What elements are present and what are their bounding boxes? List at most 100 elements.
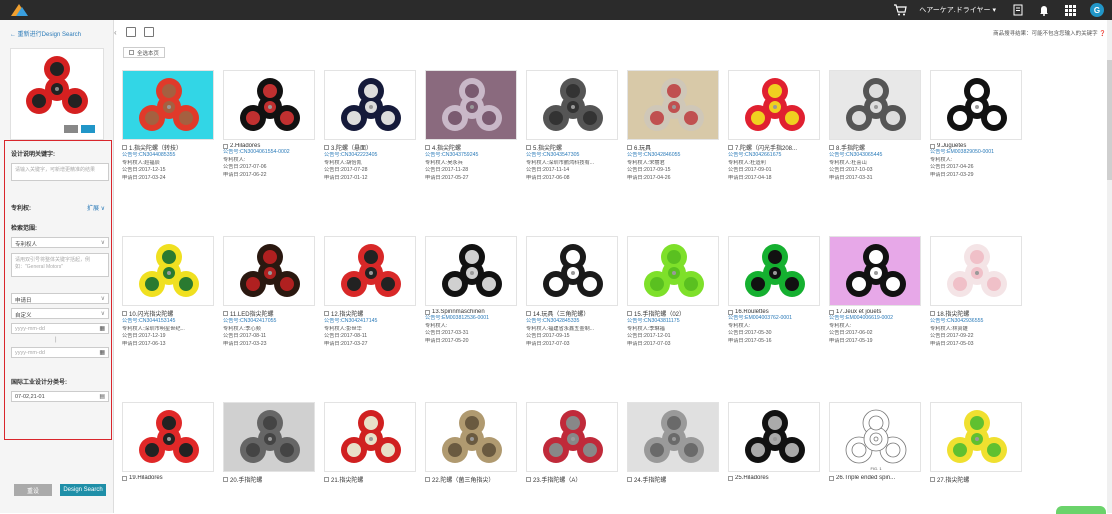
result-card[interactable]: 13.Spinnmaschinen 公告号:EM003812536-0001 专利权… [425, 236, 519, 345]
result-checkbox[interactable] [122, 475, 127, 481]
result-title[interactable]: 1.指尖陀螺（转技） [122, 143, 216, 152]
result-thumbnail[interactable] [930, 402, 1022, 472]
result-checkbox[interactable] [223, 311, 228, 316]
result-title[interactable]: 21.指尖陀螺 [324, 475, 418, 484]
result-title-text[interactable]: 19.Hiladores [129, 475, 163, 481]
result-thumbnail[interactable] [728, 70, 820, 140]
redo-design-search-link[interactable]: ← 重新进行Design Search [10, 29, 81, 38]
result-title[interactable]: 24.手指陀螺 [627, 475, 721, 484]
select-all-button[interactable]: 全选本页 [123, 47, 166, 58]
result-title-text[interactable]: 5.指尖陀螺 [533, 143, 562, 152]
result-checkbox[interactable] [324, 477, 329, 482]
result-title-text[interactable]: 10.闪光指尖陀螺 [129, 309, 173, 318]
result-checkbox[interactable] [425, 309, 430, 315]
result-card[interactable]: 9.Juguetes 公告号:EM003829050-0001 专利权人: 公告日:2… [930, 70, 1024, 179]
result-title[interactable]: 10.闪光指尖陀螺 [122, 309, 216, 318]
result-publication-number[interactable]: 公告号:CN3044153145 [122, 318, 216, 326]
list-icon[interactable]: ▤ [99, 393, 105, 400]
calendar-icon[interactable]: ▦ [99, 325, 105, 332]
result-card[interactable]: 16.Roulettes 公告号:EM004003762-0001 专利权人: 公告日… [728, 236, 822, 345]
result-publication-number[interactable]: 公告号:EM003829050-0001 [930, 149, 1024, 157]
result-publication-number[interactable]: 公告号:CN3042417145 [324, 318, 418, 326]
result-title-text[interactable]: 4.指尖陀螺 [432, 143, 461, 152]
apps-icon[interactable] [1064, 4, 1076, 16]
result-title-text[interactable]: 3.陀螺（悬面） [331, 143, 372, 152]
result-thumbnail[interactable]: FIG. 1 [829, 402, 921, 472]
design-search-button[interactable]: Design Search [60, 484, 106, 496]
result-card[interactable]: 5.指尖陀螺 公告号:CN3043547305 专利权人:深圳市鹏鸿科技有... 公告… [526, 70, 620, 182]
result-title-text[interactable]: 11.LED指尖陀螺 [230, 309, 274, 318]
result-title[interactable]: 19.Hiladores [122, 475, 216, 481]
result-thumbnail[interactable] [930, 236, 1022, 306]
result-title[interactable]: 18.指尖陀螺 [930, 309, 1024, 318]
loc-input[interactable]: 07-02,21-01 ▤ [11, 391, 109, 402]
scrollbar-thumb[interactable] [1107, 60, 1112, 180]
result-card[interactable]: 4.指尖陀螺 公告号:CN3043759245 专利权人:吴永兵 公告日:2017-1… [425, 70, 519, 182]
result-thumbnail[interactable] [526, 236, 618, 306]
result-thumbnail[interactable] [627, 402, 719, 472]
result-title-text[interactable]: 15.手指陀螺（02） [634, 309, 685, 318]
result-card[interactable]: 7.陀螺（闪光手指208... 公告号:CN3042661675 专利权人:杜运利公… [728, 70, 822, 182]
result-thumbnail[interactable] [627, 236, 719, 306]
result-card[interactable]: 11.LED指尖陀螺 公告号:CN3042417055 专利权人:李心频 公告日:20… [223, 236, 317, 348]
result-thumbnail[interactable] [425, 236, 517, 306]
result-title[interactable]: 11.LED指尖陀螺 [223, 309, 317, 318]
result-thumbnail[interactable] [829, 70, 921, 140]
result-title-text[interactable]: 26.Triple ended spin... [836, 475, 895, 481]
result-title[interactable]: 6.玩具 [627, 143, 721, 152]
result-checkbox[interactable] [526, 311, 531, 316]
result-card[interactable]: 1.指尖陀螺（转技） 公告号:CN3044085355 专利权人:赵福辰 公告日:20… [122, 70, 216, 182]
result-card[interactable]: 21.指尖陀螺 [324, 402, 418, 484]
result-card[interactable]: 3.陀螺（悬面） 公告号:CN3042223405 专利权人:胡怡凯 公告日:2017… [324, 70, 418, 182]
result-title-text[interactable]: 7.陀螺（闪光手指208... [735, 143, 797, 152]
patentee-select[interactable]: 专利权人 ∨ [11, 237, 109, 248]
result-thumbnail[interactable] [223, 236, 315, 306]
result-title[interactable]: 7.陀螺（闪光手指208... [728, 143, 822, 152]
result-checkbox[interactable] [627, 477, 632, 482]
result-title[interactable]: 23.手指陀螺（A） [526, 475, 620, 484]
result-title-text[interactable]: 21.指尖陀螺 [331, 475, 363, 484]
result-title[interactable]: 3.陀螺（悬面） [324, 143, 418, 152]
result-title-text[interactable]: 27.指尖陀螺 [937, 475, 969, 484]
result-checkbox[interactable] [930, 477, 935, 482]
patentee-input[interactable]: 请用双引号将整体关键字括起，例如："General Motors" [11, 253, 109, 277]
cart-icon[interactable] [893, 4, 907, 16]
result-checkbox[interactable] [526, 145, 531, 150]
share-icon[interactable] [144, 27, 154, 37]
result-title[interactable]: 25.Hiladores [728, 475, 822, 481]
result-publication-number[interactable]: 公告号:CN3043065445 [829, 152, 923, 160]
crop-button[interactable] [64, 125, 78, 133]
result-publication-number[interactable]: 公告号:CN3042661675 [728, 152, 822, 160]
reset-button[interactable]: 重设 [14, 484, 52, 496]
avatar[interactable]: G [1090, 3, 1104, 17]
date-from-input[interactable]: yyyy-mm-dd ▦ [11, 323, 109, 334]
result-publication-number[interactable]: 公告号:CN3043759245 [425, 152, 519, 160]
result-publication-number[interactable]: 公告号:CN3044085355 [122, 152, 216, 160]
result-title[interactable]: 5.指尖陀螺 [526, 143, 620, 152]
result-checkbox[interactable] [728, 309, 733, 315]
result-thumbnail[interactable] [425, 70, 517, 140]
result-thumbnail[interactable] [728, 402, 820, 472]
export-icon[interactable] [126, 27, 136, 37]
result-title[interactable]: 22.陀螺（菌三角指尖） [425, 475, 519, 484]
result-thumbnail[interactable] [627, 70, 719, 140]
result-thumbnail[interactable] [425, 402, 517, 472]
user-menu[interactable]: ヘアーケア.ドライヤー ▾ [919, 5, 996, 15]
result-card[interactable]: 22.陀螺（菌三角指尖） [425, 402, 519, 484]
result-card[interactable]: 10.闪光指尖陀螺 公告号:CN3044153145 专利权人:深圳市明星世纪...… [122, 236, 216, 348]
result-card[interactable]: 19.Hiladores [122, 402, 216, 481]
result-title[interactable]: 20.手指陀螺 [223, 475, 317, 484]
result-title-text[interactable]: 20.手指陀螺 [230, 475, 262, 484]
result-thumbnail[interactable] [122, 236, 214, 306]
bell-icon[interactable] [1038, 4, 1050, 16]
result-publication-number[interactable]: 公告号:CN3042845335 [526, 318, 620, 326]
result-checkbox[interactable] [627, 145, 632, 150]
result-thumbnail[interactable] [122, 70, 214, 140]
result-checkbox[interactable] [829, 475, 834, 481]
result-title[interactable]: 14.玩具（三角陀螺） [526, 309, 620, 318]
result-card[interactable]: 15.手指陀螺（02） 公告号:CN3043811175 专利权人:李琳福 公告日:2… [627, 236, 721, 348]
result-checkbox[interactable] [425, 477, 430, 482]
result-thumbnail[interactable] [223, 70, 315, 140]
keywords-input[interactable]: 请输入关键字，可新增更精准的结果 [11, 163, 109, 181]
result-checkbox[interactable] [223, 477, 228, 482]
